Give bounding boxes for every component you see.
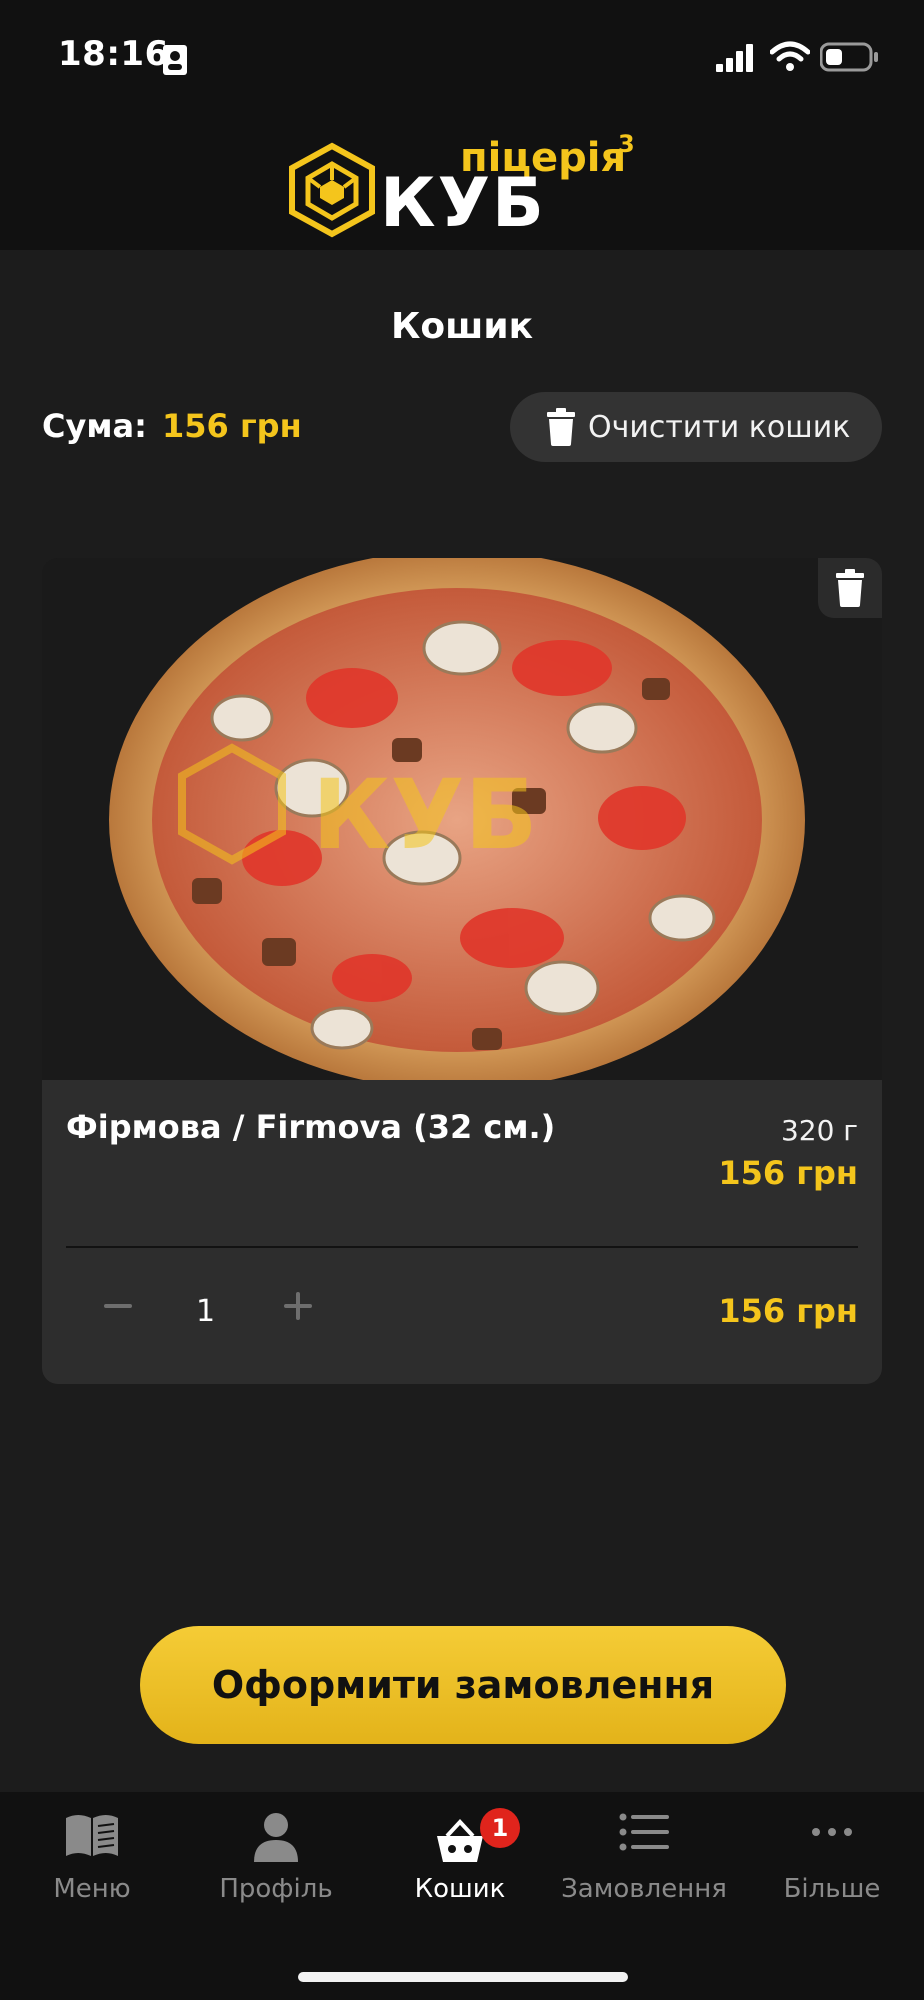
divider — [66, 1246, 858, 1248]
line-total: 156 грн — [718, 1292, 858, 1330]
more-icon — [812, 1828, 852, 1836]
sum-label: Сума: — [42, 407, 147, 445]
brand-wordmark: КУБ — [380, 164, 546, 243]
item-name: Фірмова / Firmova (32 см.) — [66, 1108, 556, 1146]
tab-menu[interactable]: Меню — [0, 1792, 184, 1922]
brand-superscript: 3 — [618, 130, 635, 158]
plus-icon[interactable] — [278, 1286, 318, 1326]
tab-label: Меню — [53, 1874, 131, 1904]
tab-label: Замовлення — [561, 1874, 727, 1904]
cube-logo-icon — [289, 142, 375, 238]
home-indicator[interactable] — [298, 1972, 628, 1982]
checkout-button[interactable]: Оформити замовлення — [140, 1626, 786, 1744]
cart-badge: 1 — [480, 1808, 520, 1848]
brand-logo: піцерія 3 КУБ — [288, 132, 638, 242]
status-bar: 18:16 — [0, 0, 924, 118]
trash-icon — [836, 569, 864, 607]
book-icon — [66, 1815, 118, 1856]
page-title: Кошик — [390, 306, 534, 347]
tab-label: Профіль — [219, 1874, 333, 1904]
pizza-photo: КУБ — [42, 558, 882, 1090]
quantity-value: 1 — [196, 1294, 216, 1329]
tab-label: Кошик — [414, 1874, 506, 1904]
clear-cart-label: Очистити кошик — [588, 409, 851, 445]
item-weight: 320 г — [780, 1114, 858, 1147]
trash-icon — [547, 408, 575, 446]
tab-label: Більше — [783, 1874, 881, 1904]
list-icon — [619, 1813, 669, 1851]
svg-text:КУБ: КУБ — [312, 759, 538, 871]
tab-orders[interactable]: Замовлення — [552, 1792, 736, 1922]
wifi-icon — [770, 41, 810, 71]
sum-value: 156 грн — [162, 407, 302, 445]
item-price: 156 грн — [718, 1154, 858, 1192]
minus-icon[interactable] — [98, 1286, 138, 1326]
checkout-label: Оформити замовлення — [211, 1663, 715, 1707]
app-header: піцерія 3 КУБ — [0, 118, 924, 250]
pizza-image[interactable]: КУБ — [42, 558, 882, 1090]
battery-icon — [820, 42, 878, 72]
signal-icon — [716, 44, 753, 72]
contact-card-icon — [163, 45, 187, 75]
remove-item-button[interactable] — [818, 558, 882, 618]
basket-icon — [437, 1819, 483, 1862]
cart-item-card: КУБ Фірмова / Firmova (32 см.) 320 г 156… — [42, 558, 882, 1384]
tab-more[interactable]: Більше — [740, 1792, 924, 1922]
tab-profile[interactable]: Профіль — [184, 1792, 368, 1922]
person-icon — [254, 1813, 298, 1862]
tab-cart[interactable]: Кошик — [368, 1792, 552, 1922]
clear-cart-button[interactable]: Очистити кошик — [510, 392, 882, 462]
status-time: 18:16 — [58, 34, 169, 74]
tab-bar: Меню Профіль Кошик Замовлення Більше 1 — [0, 1792, 924, 2000]
